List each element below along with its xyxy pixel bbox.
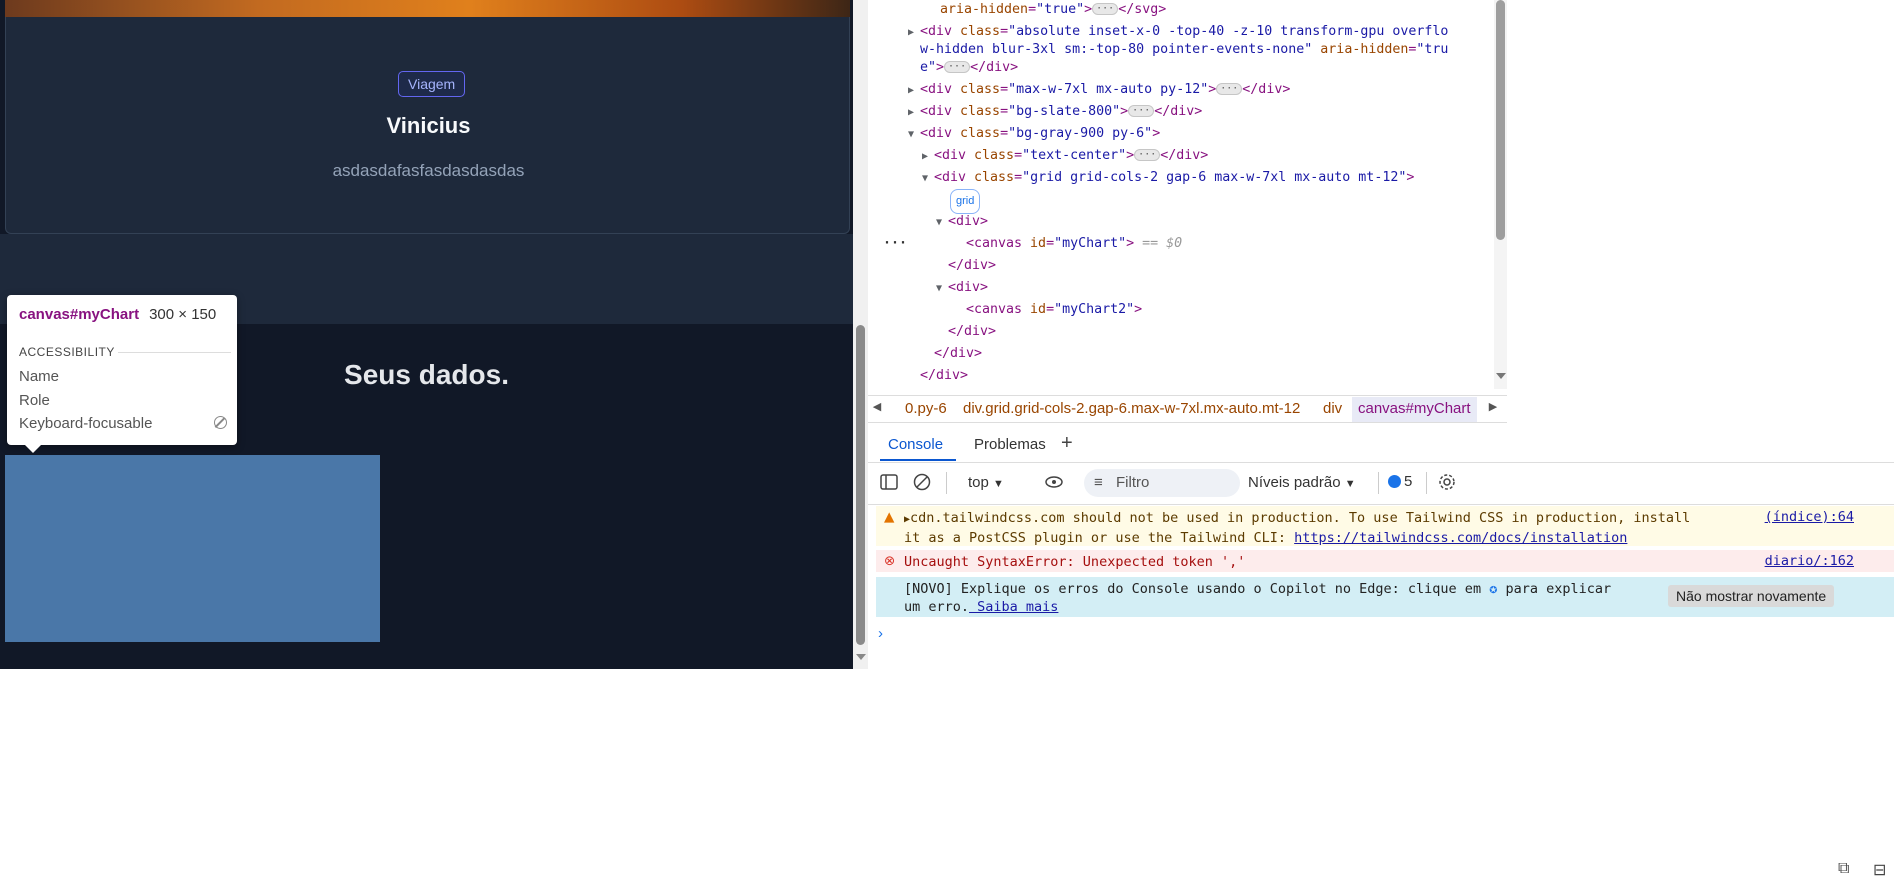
toolbar-divider xyxy=(1378,472,1379,494)
breadcrumb-right-icon[interactable]: ▶ xyxy=(1486,400,1500,413)
drawer-tabs: Console Problemas + ⧉ ⊟ xyxy=(868,426,1894,879)
context-selector[interactable]: top ▼ xyxy=(968,474,1004,491)
collapsed-ellipsis-icon: ··· xyxy=(1092,3,1119,15)
breadcrumb-item[interactable]: div.grid.grid-cols-2.gap-6.max-w-7xl.mx-… xyxy=(963,400,1300,417)
dom-node-canvas-mychart2[interactable]: <canvas id="myChart2"> xyxy=(966,299,1142,320)
tooltip-header: canvas#myChart 300 × 150 xyxy=(19,306,216,323)
issues-icon xyxy=(1388,475,1401,488)
toolbar-divider xyxy=(946,472,947,494)
dom-node-div-2-close[interactable]: </div> xyxy=(948,321,996,342)
clear-console-icon[interactable] xyxy=(913,473,931,491)
breadcrumb-item-active[interactable]: canvas#myChart xyxy=(1352,397,1477,422)
sidebar-toggle-icon[interactable] xyxy=(880,473,898,491)
breadcrumb-item[interactable]: div xyxy=(1323,400,1342,417)
error-source-link[interactable]: diario/:162 xyxy=(1765,553,1854,569)
dom-node-bg-slate[interactable]: ▶ <div class="bg-slate-800"> ··· </div> xyxy=(908,101,1202,123)
toolbar-divider xyxy=(1426,472,1427,494)
dom-node-grid-close[interactable]: </div> xyxy=(934,343,982,364)
dom-node-div-2[interactable]: ▼ <div> xyxy=(936,277,988,299)
dom-node-text-center[interactable]: ▶ <div class="text-center"> ··· </div> xyxy=(922,145,1208,167)
scroll-down-icon[interactable] xyxy=(856,654,866,660)
live-expression-icon[interactable] xyxy=(1045,473,1063,491)
canvas-highlight-overlay xyxy=(5,455,380,642)
filter-icon: ≡ xyxy=(1094,474,1103,491)
active-tab-indicator xyxy=(880,459,956,461)
inspect-tooltip: canvas#myChart 300 × 150 ACCESSIBILITY Na… xyxy=(7,295,237,453)
tooltip-element-size: 300 × 150 xyxy=(149,306,217,323)
tooltip-section-label: ACCESSIBILITY xyxy=(19,345,115,359)
elements-scroll-down-icon[interactable] xyxy=(1496,373,1506,379)
tooltip-arrow xyxy=(25,445,41,453)
console-warning[interactable]: ▲ ▶cdn.tailwindcss.com should not be use… xyxy=(876,506,1894,546)
console-toolbar: top ▼ ≡ Filtro Níveis padrão ▼ 5 xyxy=(868,462,1894,505)
breadcrumb-item[interactable]: 0.py-6 xyxy=(905,400,947,417)
settings-gear-icon[interactable] xyxy=(1438,473,1456,491)
tooltip-row-name: Name xyxy=(19,368,60,385)
tooltip-row-role: Role xyxy=(19,392,50,409)
tailwind-docs-link[interactable]: https://tailwindcss.com/docs/installatio… xyxy=(1294,530,1627,546)
not-focusable-icon xyxy=(214,416,227,429)
log-levels-dropdown[interactable]: Níveis padrão ▼ xyxy=(1248,474,1356,491)
console-prompt-icon[interactable]: › xyxy=(878,625,883,642)
dom-node-grid[interactable]: ▼ <div class="grid grid-cols-2 gap-6 max-… xyxy=(922,167,1414,189)
elements-scrollbar[interactable] xyxy=(1494,0,1507,389)
card-hero-image xyxy=(5,0,850,17)
category-badge: Viagem xyxy=(398,71,466,97)
card-title: Vinicius xyxy=(386,113,471,138)
tab-console[interactable]: Console xyxy=(888,436,943,453)
dom-node-svg-close[interactable]: aria-hidden="true"> ··· </svg> xyxy=(940,0,1166,20)
page-scrollbar[interactable] xyxy=(853,0,868,669)
add-tab-icon[interactable]: + xyxy=(1061,432,1073,455)
elements-tree: aria-hidden="true"> ··· </svg> ▶ <div class… xyxy=(868,0,1494,389)
filter-input[interactable]: ≡ Filtro xyxy=(1084,469,1240,497)
warning-source-link[interactable]: (índice):64 xyxy=(1765,509,1854,525)
dont-show-again-button[interactable]: Não mostrar novamente xyxy=(1668,585,1835,607)
dom-node-div-1-close[interactable]: </div> xyxy=(948,255,996,276)
more-options-icon: ··· xyxy=(883,236,908,251)
tooltip-row-focusable: Keyboard-focusable xyxy=(19,415,153,432)
dom-node-bg-gray[interactable]: ▼ <div class="bg-gray-900 py-6"> xyxy=(908,123,1160,145)
error-icon: ⊗ xyxy=(884,553,896,569)
dom-node-gray-close[interactable]: </div> xyxy=(920,365,968,386)
devtools-panel: aria-hidden="true"> ··· </svg> ▶ <div class… xyxy=(868,0,1894,879)
learn-more-link[interactable]: Saiba mais xyxy=(969,599,1058,615)
page-viewport: Viagem Vinicius asdasdafasfasdasdasdas S… xyxy=(0,0,853,669)
tab-problems[interactable]: Problemas xyxy=(974,436,1046,453)
copilot-icon: ✪ xyxy=(1489,581,1498,597)
dom-node-max-w[interactable]: ▶ <div class="max-w-7xl mx-auto py-12"> ··… xyxy=(908,79,1290,101)
issues-counter[interactable]: 5 xyxy=(1388,473,1412,490)
console-error[interactable]: ⊗ Uncaught SyntaxError: Unexpected token… xyxy=(876,550,1894,572)
warning-icon: ▲ xyxy=(884,509,895,525)
undock-icon[interactable]: ⊟ xyxy=(1873,860,1886,880)
tooltip-divider xyxy=(118,352,231,353)
dom-node-blur-div-end: e"> ··· </div> xyxy=(920,60,1019,75)
breadcrumb: ◀ 0.py-6 div.grid.grid-cols-2.gap-6.max-… xyxy=(868,395,1507,423)
dock-icon[interactable]: ⧉ xyxy=(1838,860,1849,878)
tooltip-element-name: canvas#myChart xyxy=(19,306,140,323)
dom-node-div-1[interactable]: ▼ <div> xyxy=(936,211,988,233)
page-scrollbar-thumb[interactable] xyxy=(856,325,865,645)
card-description: asdasdafasfasdasdasdas xyxy=(332,161,525,180)
post-card[interactable]: Viagem Vinicius asdasdafasfasdasdasdas xyxy=(5,17,850,234)
elements-scrollbar-thumb[interactable] xyxy=(1496,0,1505,240)
console-copilot-tip: [NOVO] Explique os erros do Console usan… xyxy=(876,577,1894,617)
breadcrumb-left-icon[interactable]: ◀ xyxy=(870,400,884,413)
